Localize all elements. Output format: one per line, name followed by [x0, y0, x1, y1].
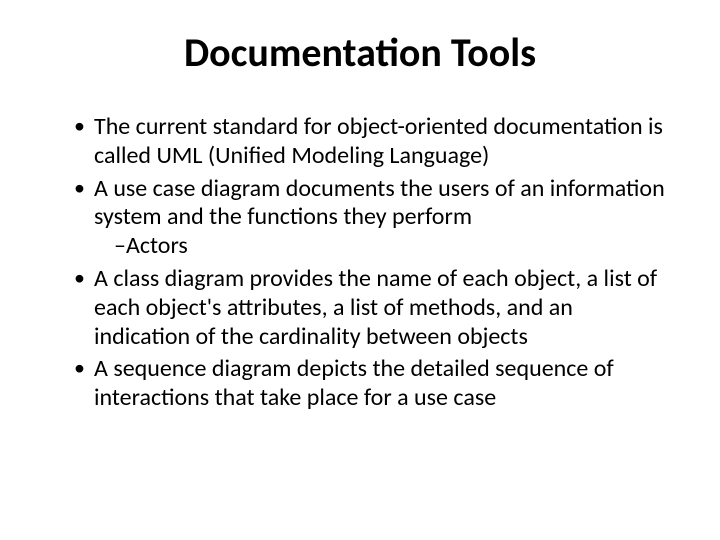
bullet-item: A use case diagram documents the users o… [74, 175, 670, 261]
bullet-item: A class diagram provides the name of eac… [74, 265, 670, 351]
sub-bullet-text: Actors [126, 231, 188, 260]
bullet-text: A use case diagram documents the users o… [94, 174, 665, 232]
bullet-item: The current standard for object-oriented… [74, 113, 670, 171]
slide-title: Documentation Tools [50, 28, 670, 77]
sub-bullet: Actors [94, 232, 670, 261]
bullet-list: The current standard for object-oriented… [50, 113, 670, 413]
bullet-item: A sequence diagram depicts the detailed … [74, 355, 670, 413]
